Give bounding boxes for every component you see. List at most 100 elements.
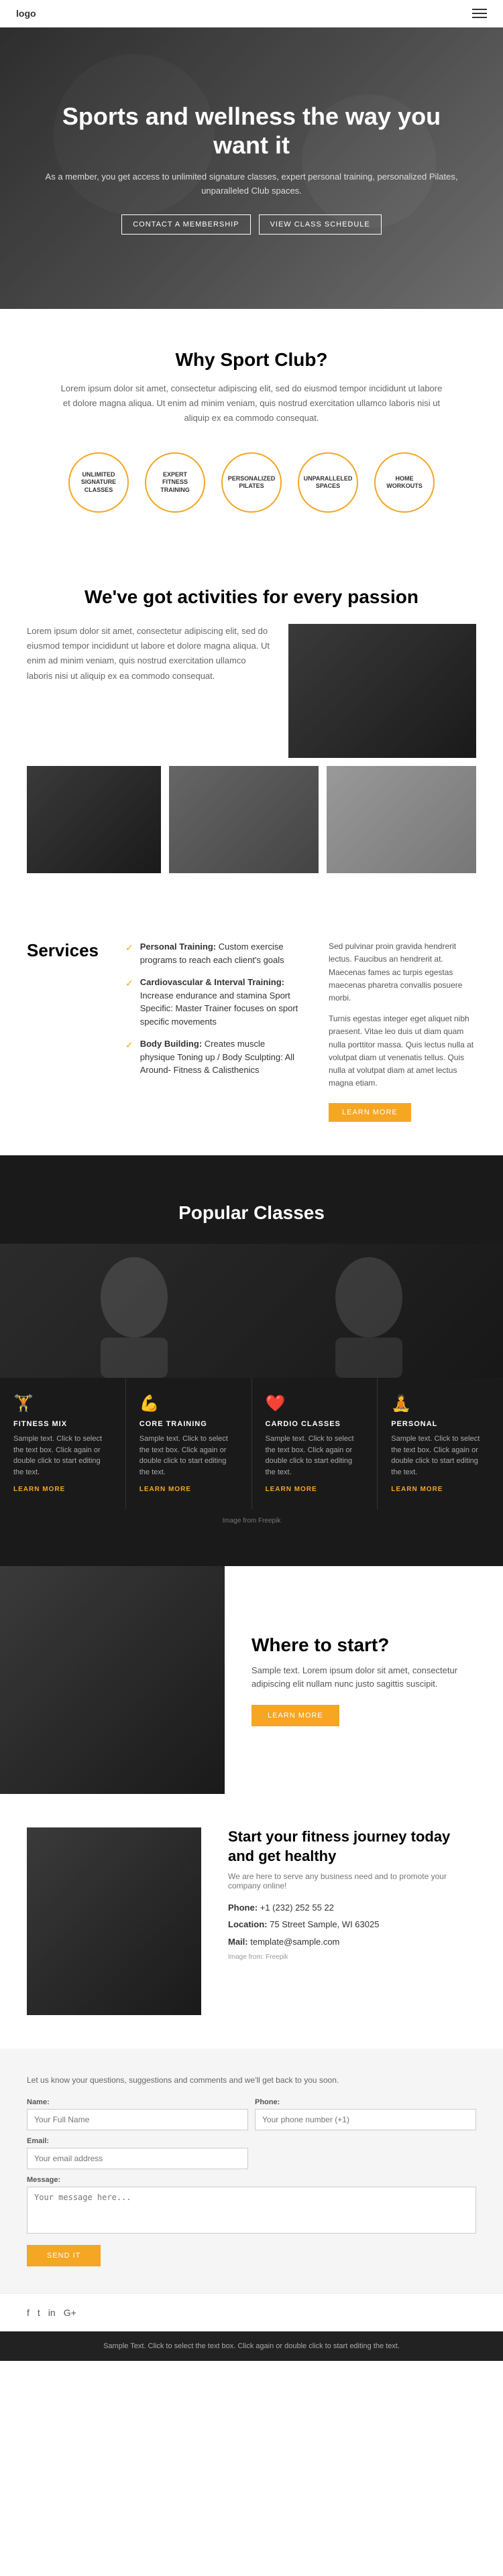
- message-textarea[interactable]: [27, 2187, 476, 2234]
- form-description: Let us know your questions, suggestions …: [27, 2075, 476, 2085]
- start-section: Where to start? Sample text. Lorem ipsum…: [0, 1566, 503, 1794]
- journey-location: Location: 75 Street Sample, WI 63025: [228, 1918, 476, 1931]
- feature-spaces-label: UNPARALLELEDSPACES: [304, 475, 353, 491]
- form-name-field: Name:: [27, 2098, 248, 2130]
- feature-expert-label: EXPERTFITNESSTRAINING: [160, 471, 190, 495]
- form-message-field: Message:: [27, 2176, 476, 2237]
- service-item-body: ✓ Body Building: Creates muscle physique…: [125, 1037, 302, 1077]
- activities-image-small-1: [169, 766, 319, 873]
- service-cardio-text: Cardiovascular & Interval Training: Incr…: [140, 976, 302, 1028]
- location-value: 75 Street Sample, WI 63025: [270, 1919, 379, 1929]
- activities-section: We've got activities for every passion L…: [0, 553, 503, 907]
- check-icon-body: ✓: [125, 1038, 133, 1052]
- hero-subtitle: As a member, you get access to unlimited…: [40, 170, 463, 198]
- popular-header: Popular Classes: [0, 1189, 503, 1244]
- feature-pilates-label: PERSONALIZEDPILATES: [228, 475, 276, 491]
- fitness-mix-desc: Sample text. Click to select the text bo…: [13, 1433, 112, 1478]
- journey-phone: Phone: +1 (232) 252 55 22: [228, 1901, 476, 1915]
- form-phone-field: Phone:: [255, 2098, 476, 2130]
- name-input[interactable]: [27, 2109, 248, 2130]
- fitness-mix-icon: 🏋️: [13, 1394, 112, 1413]
- personal-name: PERSONAL: [391, 1420, 490, 1428]
- service-item-personal: ✓ Personal Training: Custom exercise pro…: [125, 940, 302, 966]
- services-title-block: Services: [27, 940, 99, 1122]
- core-training-icon: 💪: [139, 1394, 238, 1413]
- services-learn-button[interactable]: LEARN MORE: [329, 1103, 411, 1122]
- features-grid: UNLIMITEDSIGNATURECLASSES EXPERTFITNESST…: [27, 452, 476, 513]
- journey-mail: Mail: template@sample.com: [228, 1935, 476, 1949]
- hero-content: Sports and wellness the way you want it …: [0, 102, 503, 235]
- menu-button[interactable]: [472, 9, 487, 18]
- start-content: Where to start? Sample text. Lorem ipsum…: [225, 1566, 503, 1794]
- phone-label: Phone:: [228, 1903, 258, 1913]
- googleplus-icon[interactable]: G+: [64, 2307, 76, 2318]
- core-training-learn[interactable]: LEARN MORE: [139, 1486, 238, 1493]
- class-personal: 🧘 PERSONAL Sample text. Click to select …: [378, 1378, 503, 1509]
- form-phone-label: Phone:: [255, 2098, 476, 2106]
- start-learn-button[interactable]: LEARN MORE: [252, 1705, 339, 1726]
- instagram-icon[interactable]: in: [48, 2307, 56, 2318]
- phone-input[interactable]: [255, 2109, 476, 2130]
- popular-title: Popular Classes: [27, 1202, 476, 1224]
- contact-membership-button[interactable]: Contact A Membership: [121, 214, 250, 235]
- core-training-desc: Sample text. Click to select the text bo…: [139, 1433, 238, 1478]
- fitness-mix-name: FITNESS MIX: [13, 1420, 112, 1428]
- class-cardio: ❤️ CARDIO CLASSES Sample text. Click to …: [252, 1378, 378, 1509]
- core-training-name: CORE TRAINING: [139, 1420, 238, 1428]
- hero-section: Sports and wellness the way you want it …: [0, 27, 503, 309]
- feature-home-label: HOMEWORKOUTS: [386, 475, 423, 491]
- start-title: Where to start?: [252, 1634, 476, 1656]
- footer-text: Sample Text. Click to select the text bo…: [27, 2342, 476, 2350]
- check-icon-personal: ✓: [125, 941, 133, 955]
- hero-buttons: Contact A Membership View Class Schedule: [40, 214, 463, 235]
- popular-hero-image: [0, 1244, 503, 1378]
- activities-image-small-2: [327, 766, 476, 873]
- form-email-field: Email:: [27, 2137, 248, 2169]
- facebook-icon[interactable]: f: [27, 2307, 30, 2318]
- activities-image-main: [288, 624, 476, 758]
- mail-value: template@sample.com: [250, 1937, 339, 1947]
- cardio-name: CARDIO CLASSES: [266, 1420, 364, 1428]
- personal-icon: 🧘: [391, 1394, 490, 1413]
- feature-pilates[interactable]: PERSONALIZEDPILATES: [221, 452, 282, 513]
- services-section: Services ✓ Personal Training: Custom exe…: [0, 907, 503, 1155]
- why-title: Why Sport Club?: [27, 349, 476, 371]
- journey-title: Start your fitness journey today and get…: [228, 1827, 476, 1866]
- services-right: Sed pulvinar proin gravida hendrerit lec…: [329, 940, 476, 1122]
- footer: Sample Text. Click to select the text bo…: [0, 2331, 503, 2361]
- activities-bottom-right: [169, 766, 476, 873]
- feature-unlimited[interactable]: UNLIMITEDSIGNATURECLASSES: [68, 452, 129, 513]
- services-right-text2: Turnis egestas integer eget aliquet nibh…: [329, 1013, 476, 1090]
- view-schedule-button[interactable]: View Class Schedule: [259, 214, 382, 235]
- classes-grid: 🏋️ FITNESS MIX Sample text. Click to sel…: [0, 1378, 503, 1509]
- popular-section: Popular Classes 🏋️ FITNESS MIX Sample te…: [0, 1155, 503, 1566]
- services-title: Services: [27, 940, 99, 961]
- activities-body: Lorem ipsum dolor sit amet, consectetur …: [27, 624, 272, 758]
- why-section: Why Sport Club? Lorem ipsum dolor sit am…: [0, 309, 503, 553]
- service-item-cardio: ✓ Cardiovascular & Interval Training: In…: [125, 976, 302, 1028]
- submit-button[interactable]: SEND IT: [27, 2245, 101, 2266]
- service-personal-text: Personal Training: Custom exercise progr…: [140, 940, 302, 966]
- header: logo: [0, 0, 503, 27]
- journey-image-credit: Image from: Freepik: [228, 1953, 476, 1961]
- activities-image-left: [27, 766, 161, 873]
- feature-home[interactable]: HOMEWORKOUTS: [374, 452, 435, 513]
- feature-spaces[interactable]: UNPARALLELEDSPACES: [298, 452, 358, 513]
- activities-top: Lorem ipsum dolor sit amet, consectetur …: [27, 624, 476, 758]
- feature-expert[interactable]: EXPERTFITNESSTRAINING: [145, 452, 205, 513]
- class-fitness-mix: 🏋️ FITNESS MIX Sample text. Click to sel…: [0, 1378, 126, 1509]
- services-list: ✓ Personal Training: Custom exercise pro…: [125, 940, 302, 1122]
- fitness-mix-learn[interactable]: LEARN MORE: [13, 1486, 112, 1493]
- location-label: Location:: [228, 1919, 268, 1929]
- logo: logo: [16, 8, 36, 19]
- class-core-training: 💪 CORE TRAINING Sample text. Click to se…: [126, 1378, 252, 1509]
- email-input[interactable]: [27, 2148, 248, 2169]
- contact-form-section: Let us know your questions, suggestions …: [0, 2049, 503, 2293]
- social-bar: f t in G+: [0, 2293, 503, 2331]
- twitter-icon[interactable]: t: [38, 2307, 40, 2318]
- personal-learn[interactable]: LEARN MORE: [391, 1486, 490, 1493]
- cardio-learn[interactable]: LEARN MORE: [266, 1486, 364, 1493]
- activities-title: We've got activities for every passion: [27, 586, 476, 608]
- journey-content: Start your fitness journey today and get…: [228, 1827, 476, 2015]
- journey-image: [27, 1827, 201, 2015]
